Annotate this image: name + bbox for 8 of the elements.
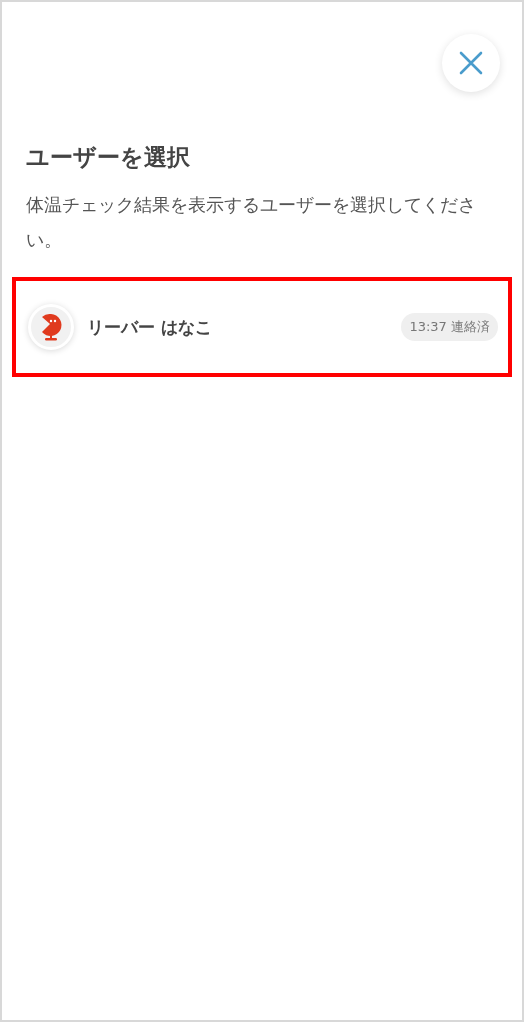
status-badge: 13:37 連絡済 (401, 313, 498, 341)
user-name: リーバー はなこ (87, 315, 213, 339)
page-title: ユーザーを選択 (26, 143, 191, 172)
close-icon (459, 51, 483, 75)
description-text: 体温チェック結果を表示するユーザーを選択してください。 (26, 193, 477, 252)
close-button[interactable] (442, 34, 500, 92)
avatar-icon (28, 304, 74, 350)
user-item[interactable]: リーバー はなこ 13:37 連絡済 (16, 281, 508, 373)
